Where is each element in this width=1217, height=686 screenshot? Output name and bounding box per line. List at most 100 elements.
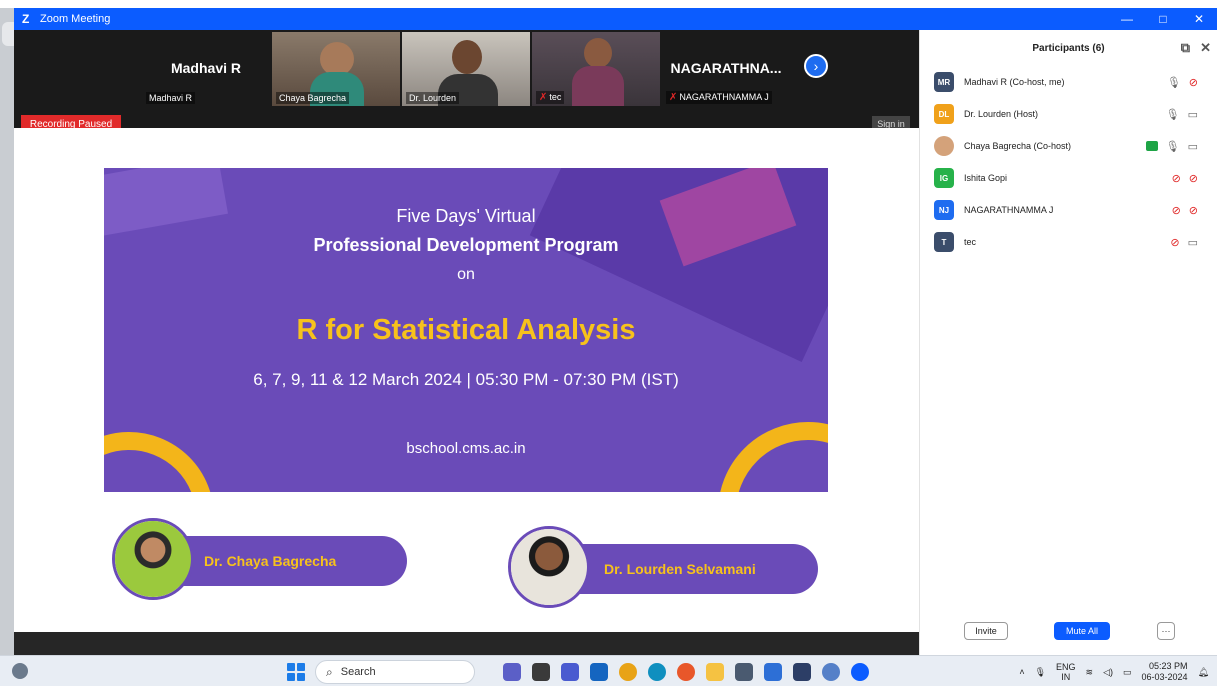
- calculator-icon[interactable]: [735, 663, 753, 681]
- avatar: T: [934, 232, 954, 252]
- window-controls: — □ ✕: [1109, 8, 1217, 30]
- avatar: MR: [934, 72, 954, 92]
- share-screen-icon: [1145, 141, 1158, 151]
- mic-off-icon[interactable]: ⊘: [1170, 236, 1179, 249]
- mic-icon[interactable]: 🎙︎: [1167, 76, 1181, 89]
- participant-name: Dr. Lourden (Host): [964, 109, 1039, 119]
- participant-row[interactable]: MR Madhavi R (Co-host, me) 🎙︎ ⊘: [934, 71, 1212, 93]
- participant-video-body: [572, 66, 624, 106]
- slide-title: R for Statistical Analysis: [296, 314, 636, 346]
- video-tile-chaya[interactable]: Chaya Bagrecha: [272, 32, 400, 106]
- video-off-icon[interactable]: ⊘: [1189, 172, 1198, 185]
- video-tile-nagarathnamma[interactable]: NAGARATHNA... ✗ NAGARATHNAMMA J: [662, 32, 790, 106]
- slide-banner: Five Days' Virtual Professional Developm…: [104, 168, 828, 492]
- chrome-icon[interactable]: [619, 663, 637, 681]
- tile-label: Madhavi R: [146, 92, 196, 104]
- search-placeholder: Search: [340, 666, 376, 678]
- edge-icon[interactable]: [648, 663, 666, 681]
- wifi-icon[interactable]: ≋: [1086, 667, 1094, 678]
- speaker-lourden: Dr. Lourden Selvamani: [508, 526, 828, 608]
- zoom-icon[interactable]: [851, 663, 869, 681]
- zoom-logo-icon: Z: [22, 12, 30, 26]
- speaker-name: Dr. Chaya Bagrecha: [204, 553, 337, 569]
- meeting-toolbar-strip: [14, 632, 919, 655]
- desktop-edge: [0, 8, 14, 655]
- video-off-icon[interactable]: ⊘: [1189, 76, 1198, 89]
- participants-footer: Invite Mute All ···: [920, 620, 1217, 644]
- close-icon[interactable]: ✕: [1200, 40, 1211, 56]
- firefox-icon[interactable]: [677, 663, 695, 681]
- video-strip: Madhavi R Madhavi R Chaya Bagrecha Dr. L…: [14, 30, 919, 128]
- participant-row[interactable]: DL Dr. Lourden (Host) 🎙︎ ▭: [934, 103, 1212, 125]
- speaker-icon[interactable]: ◁): [1103, 667, 1113, 678]
- participant-video-figure: [320, 42, 354, 76]
- globe-icon[interactable]: [822, 663, 840, 681]
- video-icon[interactable]: ▭: [1188, 140, 1198, 153]
- shared-screen: Five Days' Virtual Professional Developm…: [14, 128, 919, 632]
- popout-icon[interactable]: ⧉: [1181, 40, 1190, 56]
- windows-start-icon[interactable]: [287, 663, 305, 681]
- chat-icon[interactable]: [561, 663, 579, 681]
- video-off-icon[interactable]: ⊘: [1189, 204, 1198, 217]
- participants-title: Participants (6): [1032, 42, 1105, 54]
- participant-name: Madhavi R (Co-host, me): [964, 77, 1065, 87]
- browser-tab-edge[interactable]: [2, 22, 14, 46]
- screen: Z Zoom Meeting — □ ✕ Madhavi R Madhavi R…: [0, 0, 1217, 686]
- participant-row[interactable]: Chaya Bagrecha (Co-host) 🎙︎ ▭: [934, 135, 1212, 157]
- participant-row[interactable]: IG Ishita Gopi ⊘ ⊘: [934, 167, 1212, 189]
- mic-icon[interactable]: 🎙︎: [1166, 140, 1180, 153]
- mic-active-icon[interactable]: 🎙︎: [1166, 108, 1180, 121]
- notepad-icon[interactable]: [764, 663, 782, 681]
- speaker-photo: [508, 526, 590, 608]
- tile-label-text: Chaya Bagrecha: [279, 93, 347, 103]
- clock[interactable]: 05:23 PM 06-03-2024: [1142, 661, 1188, 683]
- video-icon[interactable]: ▭: [1188, 236, 1198, 249]
- language-indicator[interactable]: ENG IN: [1056, 662, 1076, 682]
- video-tile-madhavi[interactable]: Madhavi R Madhavi R: [142, 32, 270, 106]
- mute-all-button[interactable]: Mute All: [1054, 622, 1110, 640]
- system-tray: ˄ 🎙︎ ENG IN ≋ ◁) ▭ 05:23 PM 06-03-2024 🔔…: [1019, 659, 1209, 685]
- window-title: Zoom Meeting: [40, 13, 111, 25]
- video-tile-lourden[interactable]: Dr. Lourden: [402, 32, 530, 106]
- tile-label-text: NAGARATHNAMMA J: [679, 92, 769, 102]
- widgets-icon[interactable]: [12, 663, 28, 679]
- invite-button[interactable]: Invite: [964, 622, 1008, 640]
- maximize-button[interactable]: □: [1145, 8, 1181, 30]
- close-window-button[interactable]: ✕: [1181, 8, 1217, 30]
- clock-time: 05:23 PM: [1149, 661, 1188, 671]
- mic-off-icon[interactable]: ⊘: [1172, 172, 1181, 185]
- next-page-arrow-icon[interactable]: ›: [804, 54, 828, 78]
- chevron-up-icon[interactable]: ˄: [1019, 667, 1024, 677]
- more-options-button[interactable]: ···: [1157, 622, 1175, 640]
- participant-row[interactable]: T tec ⊘ ▭: [934, 231, 1212, 253]
- microphone-tray-icon[interactable]: 🎙︎: [1035, 667, 1046, 678]
- folder-icon[interactable]: [706, 663, 724, 681]
- taskbar-search[interactable]: ⌕ Search: [315, 660, 475, 684]
- tile-label: Chaya Bagrecha: [276, 92, 350, 104]
- battery-icon[interactable]: ▭: [1123, 667, 1132, 678]
- teams-icon[interactable]: [503, 663, 521, 681]
- video-icon[interactable]: ▭: [1188, 108, 1198, 121]
- participant-status-icons: 🎙︎ ▭: [1145, 140, 1198, 153]
- participant-video-figure: [452, 40, 482, 74]
- slide-line-program: Professional Development Program: [313, 235, 619, 255]
- tile-display-name: Madhavi R: [170, 60, 241, 76]
- participant-name: Chaya Bagrecha (Co-host): [964, 141, 1072, 151]
- avatar: IG: [934, 168, 954, 188]
- file-explorer-app-icon[interactable]: [532, 663, 550, 681]
- video-tile-tec[interactable]: ✗ tec: [532, 32, 660, 106]
- mic-off-icon[interactable]: ⊘: [1172, 204, 1181, 217]
- mail-icon[interactable]: [590, 663, 608, 681]
- mic-muted-icon: ✗: [539, 92, 548, 103]
- participant-row[interactable]: NJ NAGARATHNAMMA J ⊘ ⊘: [934, 199, 1212, 221]
- participant-name: tec: [964, 237, 977, 247]
- participants-panel: Participants (6) ⧉ ✕ MR Madhavi R (Co-ho…: [919, 30, 1217, 655]
- tile-label-text: Dr. Lourden: [409, 93, 457, 103]
- participant-status-icons: 🎙︎ ⊘: [1167, 76, 1198, 89]
- minimize-button[interactable]: —: [1109, 8, 1145, 30]
- lang-code: ENG: [1056, 662, 1076, 672]
- notification-bell-icon[interactable]: 🔔︎: [1198, 667, 1209, 678]
- tile-display-name: NAGARATHNA...: [670, 60, 782, 76]
- participant-status-icons: ⊘ ▭: [1170, 236, 1198, 249]
- store-icon[interactable]: [793, 663, 811, 681]
